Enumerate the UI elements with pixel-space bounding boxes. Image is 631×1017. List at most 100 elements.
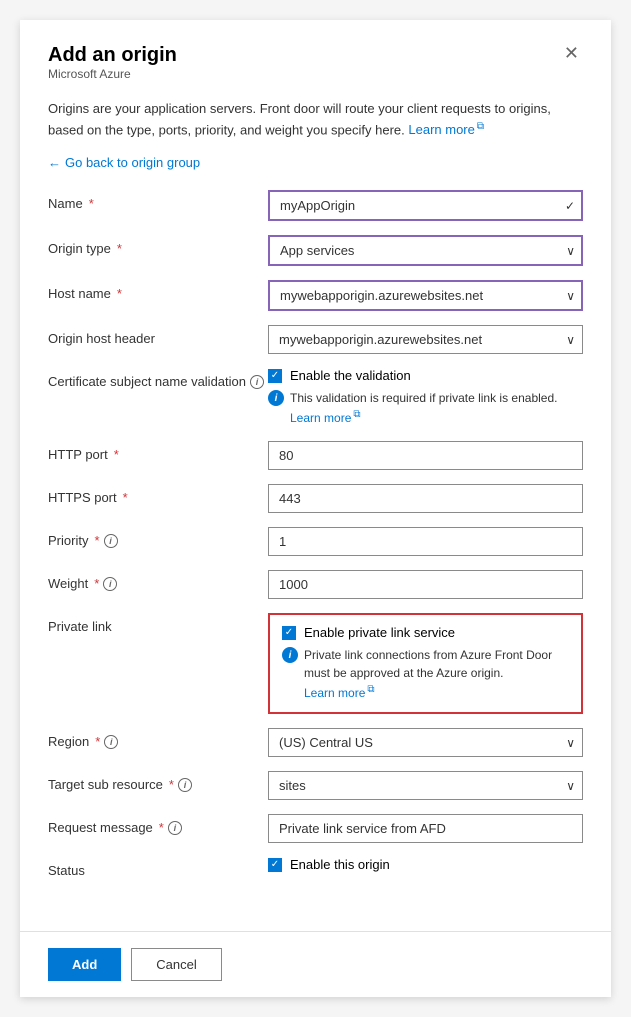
certificate-validation-checkbox[interactable] [268, 369, 282, 383]
region-control: (US) Central US ∨ [268, 728, 583, 757]
panel-header: Add an origin Microsoft Azure ✕ [48, 44, 583, 95]
http-port-label: HTTP port * [48, 441, 268, 462]
http-port-control [268, 441, 583, 470]
status-control: Enable this origin [268, 857, 583, 878]
certificate-validation-info-box: i This validation is required if private… [268, 389, 583, 427]
origin-type-required: * [117, 241, 122, 256]
certificate-validation-control: Enable the validation i This validation … [268, 368, 583, 427]
origin-host-header-field-row: Origin host header mywebapporigin.azurew… [48, 325, 583, 354]
http-port-field-row: HTTP port * [48, 441, 583, 470]
request-message-input[interactable] [268, 814, 583, 843]
weight-input[interactable] [268, 570, 583, 599]
priority-info-icon[interactable]: i [104, 534, 118, 548]
panel-footer: Add Cancel [20, 931, 611, 997]
priority-field-row: Priority * i [48, 527, 583, 556]
target-sub-resource-select-wrapper: sites ∨ [268, 771, 583, 800]
request-message-info-icon[interactable]: i [168, 821, 182, 835]
host-name-select-wrapper: mywebapporigin.azurewebsites.net ∨ [268, 280, 583, 311]
region-label: Region * i [48, 728, 268, 749]
description-text: Origins are your application servers. Fr… [48, 99, 583, 139]
name-control: myAppOrigin ✓ [268, 190, 583, 221]
certificate-external-icon: ⧉ [353, 409, 360, 420]
weight-label: Weight * i [48, 570, 268, 591]
cancel-button[interactable]: Cancel [131, 948, 221, 981]
private-link-info-circle-icon: i [282, 647, 298, 663]
request-message-label: Request message * i [48, 814, 268, 835]
request-message-control [268, 814, 583, 843]
host-name-required: * [117, 286, 122, 301]
priority-control [268, 527, 583, 556]
origin-host-header-label: Origin host header [48, 325, 268, 346]
host-name-field-row: Host name * mywebapporigin.azurewebsites… [48, 280, 583, 311]
target-sub-resource-info-icon[interactable]: i [178, 778, 192, 792]
private-link-field-row: Private link Enable private link service… [48, 613, 583, 714]
target-sub-resource-required: * [169, 777, 174, 792]
certificate-validation-label: Certificate subject name validation i [48, 368, 268, 389]
private-link-checkbox-row: Enable private link service [282, 625, 569, 640]
certificate-validation-field-row: Certificate subject name validation i En… [48, 368, 583, 427]
target-sub-resource-select[interactable]: sites [268, 771, 583, 800]
region-required: * [95, 734, 100, 749]
panel-subtitle: Microsoft Azure [48, 67, 177, 81]
origin-type-field-row: Origin type * App services ∨ [48, 235, 583, 266]
origin-type-control: App services ∨ [268, 235, 583, 266]
panel: Add an origin Microsoft Azure ✕ Origins … [20, 20, 611, 997]
close-button[interactable]: ✕ [560, 44, 583, 62]
private-link-checkbox-label: Enable private link service [304, 625, 455, 640]
back-to-origin-group-link[interactable]: ← Go back to origin group [48, 155, 200, 170]
priority-input[interactable] [268, 527, 583, 556]
host-name-label: Host name * [48, 280, 268, 301]
region-select-wrapper: (US) Central US ∨ [268, 728, 583, 757]
panel-title: Add an origin [48, 44, 177, 67]
private-link-external-icon: ⧉ [367, 684, 374, 695]
target-sub-resource-field-row: Target sub resource * i sites ∨ [48, 771, 583, 800]
private-link-learn-more-link[interactable]: Learn more⧉ [304, 686, 375, 700]
status-checkbox-label: Enable this origin [290, 857, 390, 872]
weight-required: * [94, 576, 99, 591]
status-label: Status [48, 857, 268, 878]
region-select[interactable]: (US) Central US [268, 728, 583, 757]
weight-field-row: Weight * i [48, 570, 583, 599]
certificate-validation-checkbox-label: Enable the validation [290, 368, 411, 383]
name-select-wrapper: myAppOrigin ✓ [268, 190, 583, 221]
https-port-field-row: HTTPS port * [48, 484, 583, 513]
https-port-required: * [123, 490, 128, 505]
request-message-required: * [159, 820, 164, 835]
weight-info-icon[interactable]: i [103, 577, 117, 591]
back-arrow-icon: ← [48, 155, 61, 170]
origin-type-select[interactable]: App services [268, 235, 583, 266]
https-port-label: HTTPS port * [48, 484, 268, 505]
region-field-row: Region * i (US) Central US ∨ [48, 728, 583, 757]
private-link-checkbox[interactable] [282, 626, 296, 640]
host-name-control: mywebapporigin.azurewebsites.net ∨ [268, 280, 583, 311]
certificate-learn-more-link[interactable]: Learn more⧉ [290, 411, 361, 425]
weight-control [268, 570, 583, 599]
private-link-info-box: i Private link connections from Azure Fr… [282, 646, 569, 702]
name-field-row: Name * myAppOrigin ✓ [48, 190, 583, 221]
request-message-field-row: Request message * i [48, 814, 583, 843]
region-info-icon[interactable]: i [104, 735, 118, 749]
target-sub-resource-control: sites ∨ [268, 771, 583, 800]
origin-host-header-control: mywebapporigin.azurewebsites.net ∨ [268, 325, 583, 354]
http-port-input[interactable] [268, 441, 583, 470]
status-checkbox[interactable] [268, 858, 282, 872]
add-button[interactable]: Add [48, 948, 121, 981]
certificate-validation-checkbox-row: Enable the validation [268, 368, 583, 383]
name-select[interactable]: myAppOrigin [268, 190, 583, 221]
description-learn-more-link[interactable]: Learn more⧉ [408, 122, 484, 137]
priority-required: * [94, 533, 99, 548]
private-link-box: Enable private link service i Private li… [268, 613, 583, 714]
private-link-control: Enable private link service i Private li… [268, 613, 583, 714]
external-link-icon: ⧉ [477, 121, 484, 132]
https-port-control [268, 484, 583, 513]
name-required: * [89, 196, 94, 211]
target-sub-resource-label: Target sub resource * i [48, 771, 268, 792]
status-checkbox-row: Enable this origin [268, 857, 583, 872]
https-port-input[interactable] [268, 484, 583, 513]
http-port-required: * [114, 447, 119, 462]
status-field-row: Status Enable this origin [48, 857, 583, 878]
origin-host-header-select-wrapper: mywebapporigin.azurewebsites.net ∨ [268, 325, 583, 354]
host-name-select[interactable]: mywebapporigin.azurewebsites.net [268, 280, 583, 311]
certificate-validation-info-icon[interactable]: i [250, 375, 264, 389]
origin-host-header-select[interactable]: mywebapporigin.azurewebsites.net [268, 325, 583, 354]
